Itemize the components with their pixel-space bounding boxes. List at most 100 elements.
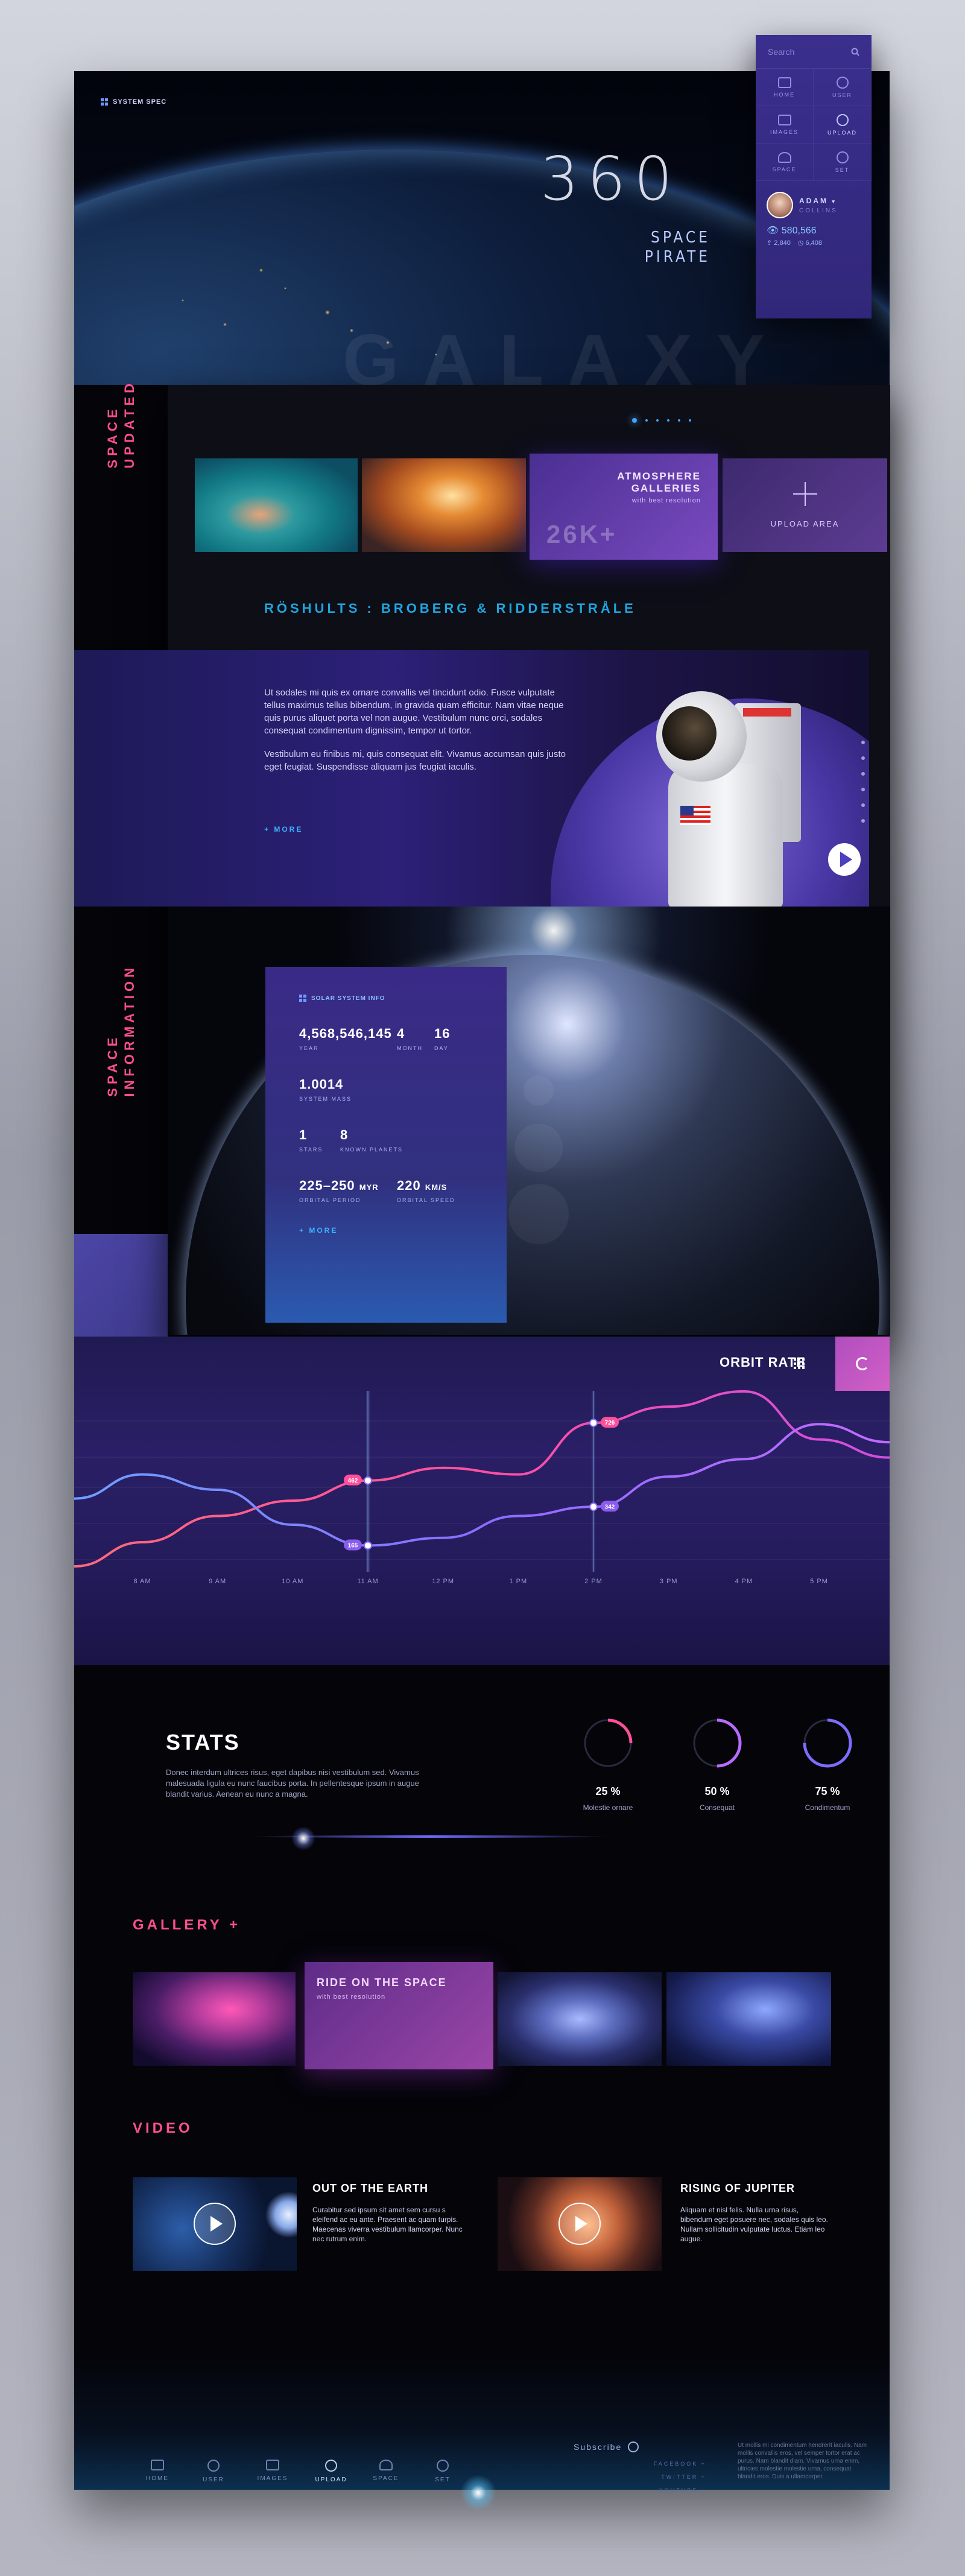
nav-set[interactable]: SET xyxy=(814,144,872,181)
article-body: Ut sodales mi quis ex ornare convallis v… xyxy=(264,686,566,773)
gear-icon xyxy=(836,151,849,163)
atmosphere-galleries-card[interactable]: ATMOSPHERE GALLERIES with best resolutio… xyxy=(530,454,718,560)
gallery-thumb-nebula[interactable] xyxy=(362,458,526,552)
brand-logo-text: SYSTEM SPEC xyxy=(113,98,167,106)
footer-nav-images[interactable]: IMAGES xyxy=(248,2460,297,2482)
video-1-title[interactable]: OUT OF THE EARTH xyxy=(312,2182,428,2195)
gallery-image-horsehead[interactable] xyxy=(133,1972,296,2066)
social-twitter[interactable]: TWITTER + xyxy=(580,2474,706,2480)
search-input[interactable]: Search xyxy=(756,35,872,69)
panel-nav: HOME USER IMAGES UPLOAD SPACE SET xyxy=(756,69,872,181)
stats-text: Donec interdum ultrices risus, eget dapi… xyxy=(166,1768,419,1799)
updates-panel: ATMOSPHERE GALLERIES with best resolutio… xyxy=(74,385,890,1335)
grid-icon xyxy=(101,98,108,106)
avatar[interactable] xyxy=(767,192,793,218)
hero-subtitle: SPACE PIRATE xyxy=(578,228,710,267)
data-point xyxy=(589,1502,598,1511)
gallery-card-subtitle: with best resolution xyxy=(317,1993,386,2001)
orbit-chart-svg: 462 165 726 342 xyxy=(74,1390,890,1572)
subscribe-button[interactable]: Subscribe xyxy=(574,2442,639,2452)
video-thumb-earth[interactable] xyxy=(133,2177,297,2271)
vertical-dots[interactable] xyxy=(861,741,865,823)
footer-nav-user[interactable]: USER xyxy=(189,2460,238,2483)
search-icon[interactable] xyxy=(851,48,859,56)
footer-text: Ut mollis mi condimentum hendrerit iacul… xyxy=(738,2442,867,2480)
user-icon xyxy=(836,76,849,89)
data-label: 342 xyxy=(605,1504,615,1510)
images-icon xyxy=(266,2460,279,2470)
gallery-image-nebula[interactable] xyxy=(666,1972,831,2066)
data-point xyxy=(589,1419,598,1428)
gallery-card-title: RIDE ON THE SPACE xyxy=(317,1976,447,1989)
donut-percent: 25 % xyxy=(595,1785,621,1797)
article-more-link[interactable]: + MORE xyxy=(264,825,303,834)
period-label: ORBITAL PERIOD xyxy=(299,1197,361,1203)
footer-nav-home-label: HOME xyxy=(146,2475,169,2482)
footer-nav-upload[interactable]: UPLOAD xyxy=(307,2460,355,2483)
x-tick-label: 2 PM xyxy=(584,1578,603,1585)
carousel-dots[interactable] xyxy=(632,418,691,423)
side-label-updated-1: SPACE xyxy=(105,405,120,469)
gallery-image-stars[interactable] xyxy=(498,1972,662,2066)
user-profile[interactable]: ADAM ▾ COLLINS xyxy=(756,181,872,223)
video-title: VIDEO xyxy=(133,2120,193,2136)
brand-logo[interactable]: SYSTEM SPEC xyxy=(101,98,166,106)
nav-user[interactable]: USER xyxy=(814,69,872,106)
plus-small-icon: + xyxy=(299,1226,309,1235)
footer-nav-home[interactable]: HOME xyxy=(133,2460,182,2482)
series-line-1 xyxy=(74,1390,890,1568)
nav-home[interactable]: HOME xyxy=(756,69,814,106)
data-label: 726 xyxy=(605,1420,615,1426)
lens-flare xyxy=(291,1826,315,1850)
play-button[interactable] xyxy=(828,843,861,876)
gallery-thumb-earth[interactable] xyxy=(195,458,358,552)
clock-icon: ◷ xyxy=(797,239,804,247)
period-number: 225–250 xyxy=(299,1178,355,1193)
speed-unit: KM/S xyxy=(425,1183,448,1192)
nav-upload[interactable]: UPLOAD xyxy=(814,106,872,144)
grid-icon[interactable] xyxy=(794,1358,805,1369)
flag-icon xyxy=(680,806,710,825)
upload-area[interactable]: UPLOAD AREA xyxy=(723,458,887,552)
footer-nav-space[interactable]: SPACE xyxy=(362,2460,410,2482)
footer-nav-set[interactable]: SET xyxy=(419,2460,467,2483)
rocket-icon xyxy=(777,151,791,163)
upload-icon xyxy=(325,2460,337,2472)
stats-title: STATS xyxy=(166,1730,240,1755)
social-twitter-label: TWITTER xyxy=(661,2474,698,2480)
x-tick-label: 12 PM xyxy=(432,1578,455,1585)
gallery-title[interactable]: GALLERY + xyxy=(133,1917,241,1934)
day-label: DAY xyxy=(434,1045,449,1051)
video-2-title[interactable]: RISING OF JUPITER xyxy=(680,2182,795,2195)
x-tick-label: 11 AM xyxy=(357,1578,379,1585)
grid-icon xyxy=(299,995,306,1002)
social-youtube[interactable]: YOUTUBE + xyxy=(580,2487,706,2493)
refresh-button[interactable] xyxy=(835,1337,890,1391)
play-button[interactable] xyxy=(558,2203,601,2245)
nav-images[interactable]: IMAGES xyxy=(756,106,814,144)
nav-user-label: USER xyxy=(832,92,852,98)
month-label: MONTH xyxy=(397,1045,423,1051)
lens-flare xyxy=(524,1075,554,1106)
user-stats: 👁 580,566 ⇪ 2,840 ◷ 6,408 xyxy=(756,223,872,248)
solar-info-header: SOLAR SYSTEM INFO xyxy=(299,995,385,1002)
user-stat-a-value: 2,840 xyxy=(774,239,791,247)
side-label-info-2: INFORMATION xyxy=(122,964,137,1097)
nav-home-label: HOME xyxy=(774,91,795,98)
donut-label: Consequat xyxy=(699,1803,735,1812)
play-button[interactable] xyxy=(194,2203,236,2245)
social-facebook[interactable]: FACEBOOK + xyxy=(580,2461,706,2467)
nav-space-label: SPACE xyxy=(772,166,797,172)
astronaut-banner: Ut sodales mi quis ex ornare convallis v… xyxy=(74,650,869,907)
donut-percent: 75 % xyxy=(815,1785,840,1797)
info-more-link[interactable]: + MORE xyxy=(299,1226,338,1235)
article-heading: RÖSHULTS : BROBERG & RIDDERSTRÅLE xyxy=(264,601,636,616)
video-thumb-jupiter[interactable] xyxy=(498,2177,662,2271)
lens-flare xyxy=(460,2475,496,2511)
chevron-down-icon[interactable]: ▾ xyxy=(832,198,837,204)
gallery-feature-card[interactable]: RIDE ON THE SPACE with best resolution xyxy=(305,1962,493,2069)
solar-section: SOLAR SYSTEM INFO 4,568,546,145 YEAR 4 M… xyxy=(168,907,890,1335)
x-tick-label: 10 AM xyxy=(282,1578,304,1585)
atmosphere-count: 26K+ xyxy=(546,520,618,548)
nav-space[interactable]: SPACE xyxy=(756,144,814,181)
